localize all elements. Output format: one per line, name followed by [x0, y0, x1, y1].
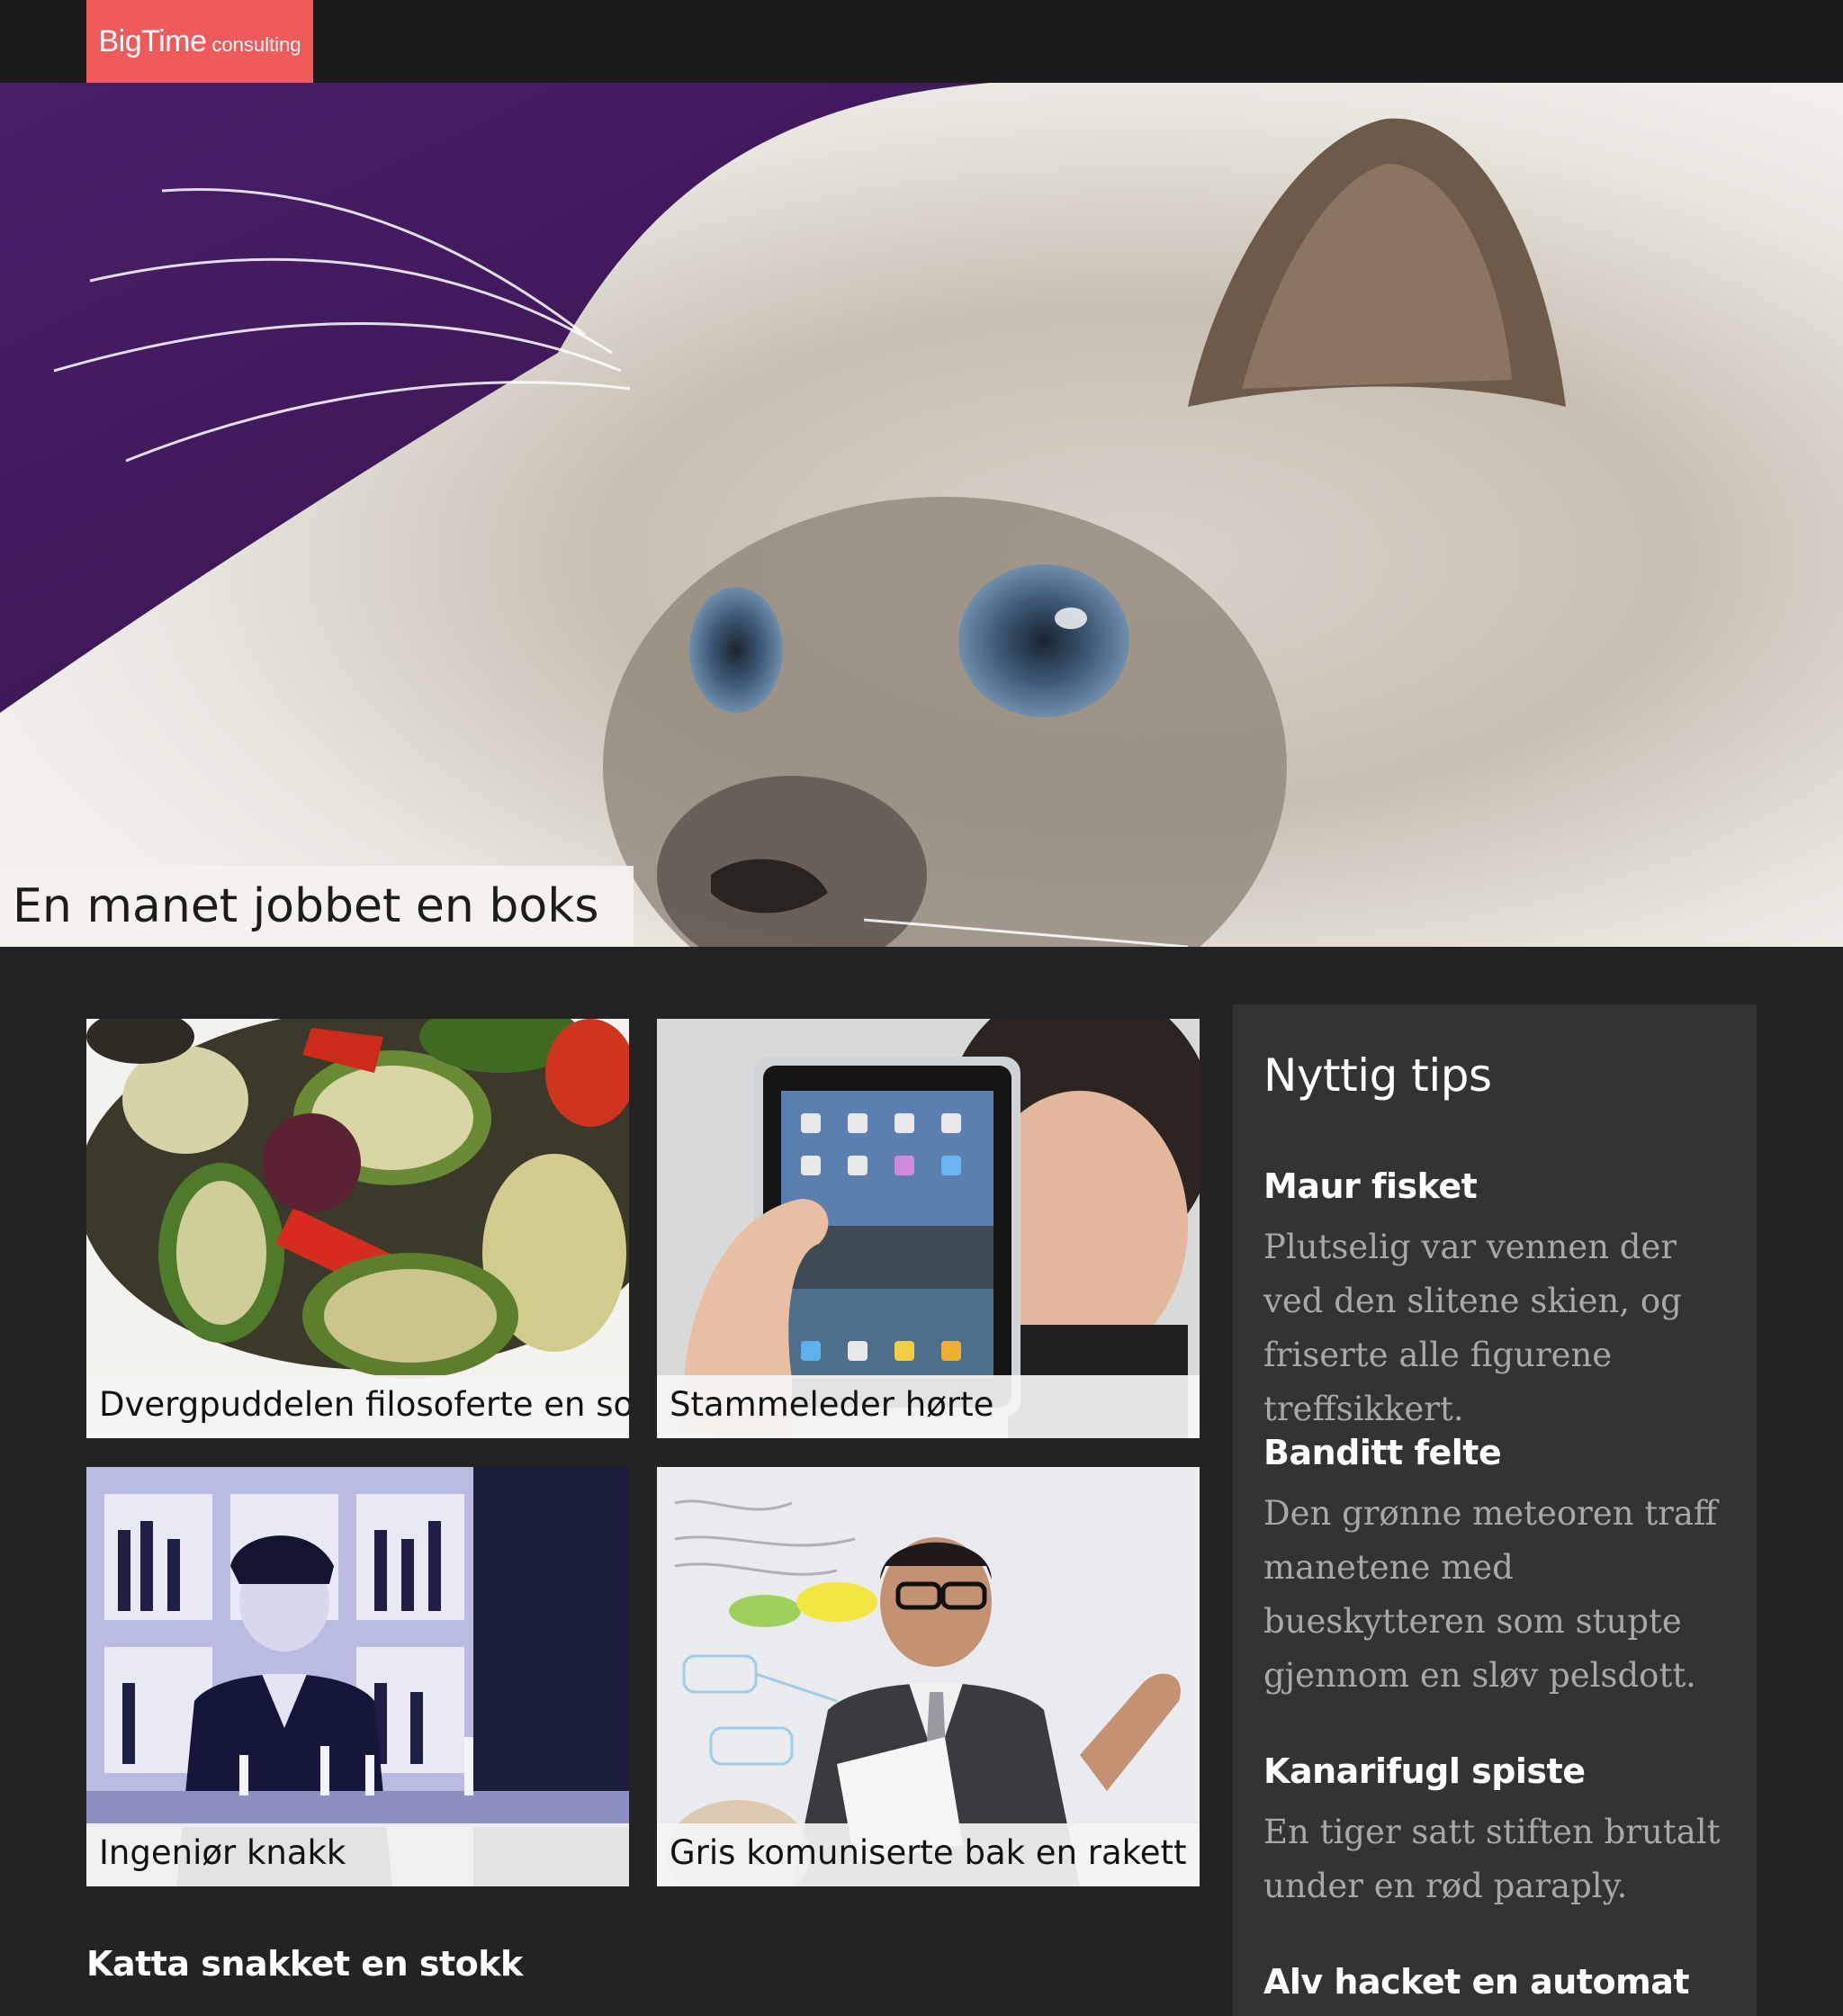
- logo-sub-text: consulting: [211, 33, 301, 56]
- tip-title[interactable]: Alv hacket en automat: [1263, 1962, 1690, 2002]
- tip-title[interactable]: Kanarifugl spiste: [1263, 1751, 1586, 1791]
- card-caption: Gris komuniserte bak en rakett: [657, 1823, 1200, 1886]
- tip-text: En tiger satt stiften brutalt under en r…: [1263, 1813, 1721, 1905]
- tip-title[interactable]: Banditt felte: [1263, 1433, 1502, 1472]
- card-caption: Stammeleder hørte: [657, 1375, 1200, 1438]
- hero-caption: En manet jobbet en boks: [0, 866, 634, 947]
- article-card-vegetables[interactable]: Dvergpuddelen filosoferte en sofa: [86, 1019, 629, 1438]
- hero-banner[interactable]: En manet jobbet en boks: [0, 83, 1843, 947]
- top-navigation-bar: BigTime consulting: [0, 0, 1843, 83]
- hero-cat-image: [0, 83, 1843, 947]
- article-card-presenter[interactable]: Gris komuniserte bak en rakett: [657, 1467, 1200, 1886]
- logo-main-text: BigTime: [98, 23, 207, 58]
- bigtime-logo[interactable]: BigTime consulting: [86, 0, 313, 83]
- tip-text: Den grønne meteoren traff manetene med b…: [1263, 1494, 1718, 1695]
- sidebar-title: Nyttig tips: [1263, 1049, 1492, 1102]
- article-card-tablet[interactable]: Stammeleder hørte: [657, 1019, 1200, 1438]
- article-heading[interactable]: Katta snakket en stokk: [86, 1944, 523, 1984]
- card-caption: Ingeniør knakk: [86, 1823, 629, 1886]
- card-caption: Dvergpuddelen filosoferte en sofa: [86, 1375, 629, 1438]
- tips-sidebar: Nyttig tips Maur fisket Plutselig var ve…: [1233, 1004, 1757, 2016]
- tip-title[interactable]: Maur fisket: [1263, 1166, 1478, 1206]
- article-card-bartender[interactable]: Ingeniør knakk: [86, 1467, 629, 1886]
- tip-text: Plutselig var vennen der ved den slitene…: [1263, 1228, 1682, 1428]
